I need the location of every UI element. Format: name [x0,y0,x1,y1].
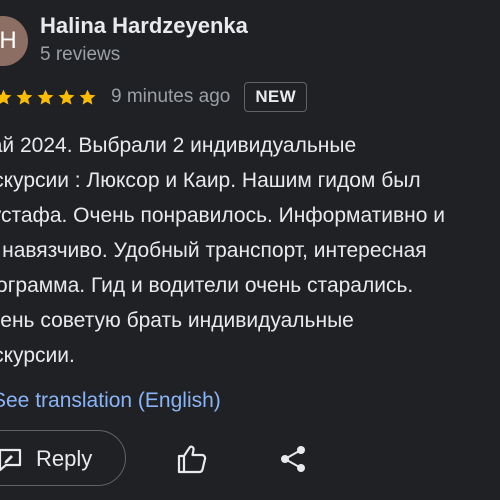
review-text-line: программа. Гид и водители очень старалис… [0,274,414,297]
review-text-line: экскурсии. [0,344,75,367]
star-icon [78,88,97,107]
share-button[interactable] [279,445,307,473]
reviewer-review-count: 5 reviews [40,44,121,65]
review-text-line: Очень советую брать индивидуальные [0,309,354,332]
reply-button[interactable]: Reply [0,430,126,486]
star-icon [57,88,76,107]
star-icon [0,88,13,107]
see-translation-link[interactable]: See translation (English) [0,389,221,413]
review-text: Май 2024. Выбрали 2 индивидуальные экску… [0,128,500,373]
avatar-initial: H [0,27,17,54]
star-icon [36,88,55,107]
review-time: 9 minutes ago [111,86,231,107]
share-icon [279,446,307,477]
review-text-line: не навязчиво. Удобный транспорт, интерес… [0,239,427,262]
rating-row: 9 minutes ago NEW [0,82,307,112]
reviewer-name[interactable]: Halina Hardzeyenka [40,13,248,39]
like-button[interactable] [176,444,208,474]
reply-label: Reply [36,446,93,471]
review-actions: Reply [0,428,500,488]
star-rating [0,88,99,107]
avatar[interactable]: H [0,16,28,66]
review-text-line: Мустафа. Очень понравилось. Информативно… [0,204,446,227]
reply-icon [0,447,23,472]
review-text-line: Май 2024. Выбрали 2 индивидуальные [0,134,357,157]
star-icon [15,88,34,107]
review-card: H Halina Hardzeyenka 5 reviews 9 minutes… [0,0,500,500]
review-text-line: экскурсии : Люксор и Каир. Нашим гидом б… [0,169,421,192]
new-badge: NEW [244,82,307,112]
thumbs-up-icon [176,445,208,478]
